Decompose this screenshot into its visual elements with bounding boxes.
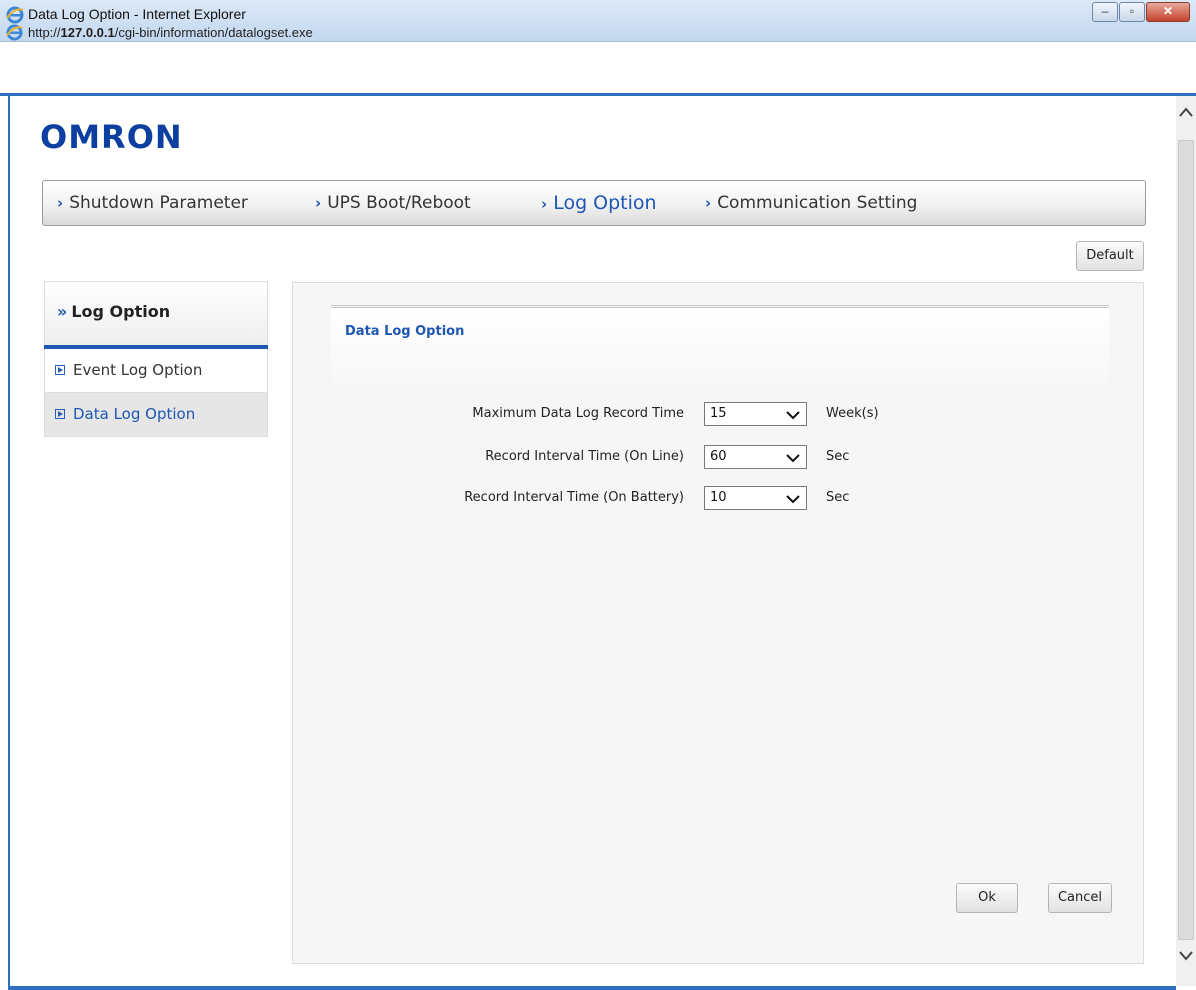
nav-label: UPS Boot/Reboot xyxy=(327,193,471,213)
interval-online-select[interactable]: 60 xyxy=(704,445,807,469)
nav-label: Communication Setting xyxy=(717,193,918,213)
address-url: http://127.0.0.1/cgi-bin/information/dat… xyxy=(28,25,313,40)
close-icon: ✕ xyxy=(1162,4,1174,18)
chevron-right-icon: › xyxy=(315,194,322,212)
minimize-button[interactable]: – xyxy=(1092,2,1118,22)
nav-label: Log Option xyxy=(553,192,657,214)
select-value: 60 xyxy=(710,449,727,464)
sidebar-title: » Log Option xyxy=(57,302,170,321)
interval-battery-unit: Sec xyxy=(826,490,850,505)
chevron-down-icon xyxy=(786,495,800,504)
max-record-time-label: Maximum Data Log Record Time xyxy=(472,406,684,421)
panel-header: Data Log Option xyxy=(331,305,1109,393)
vertical-scrollbar[interactable] xyxy=(1176,96,1196,986)
play-box-icon xyxy=(55,365,65,375)
address-bar[interactable]: http://127.0.0.1/cgi-bin/information/dat… xyxy=(0,22,1196,42)
chevron-right-icon: › xyxy=(57,194,64,212)
nav-shutdown-parameter[interactable]: › Shutdown Parameter xyxy=(57,193,248,213)
nav-ups-boot-reboot[interactable]: › UPS Boot/Reboot xyxy=(315,193,471,213)
max-record-time-select[interactable]: 15 xyxy=(704,402,807,426)
minimize-icon: – xyxy=(1101,4,1109,18)
select-value: 10 xyxy=(710,490,727,505)
chevron-down-icon xyxy=(1179,951,1193,961)
max-record-time-unit: Week(s) xyxy=(826,406,879,421)
url-prefix: http:// xyxy=(28,25,61,40)
frame-top-border xyxy=(0,93,1196,96)
sidebar-header: » Log Option xyxy=(44,281,268,345)
sidebar-item-event-log-option[interactable]: Event Log Option xyxy=(44,349,268,393)
close-button[interactable]: ✕ xyxy=(1146,2,1190,22)
select-value: 15 xyxy=(710,406,727,421)
restore-button[interactable]: ▫ xyxy=(1119,2,1145,22)
chevron-right-icon: › xyxy=(705,194,712,212)
nav-log-option[interactable]: › Log Option xyxy=(541,192,657,214)
chevron-down-icon xyxy=(786,454,800,463)
window-titlebar: Data Log Option - Internet Explorer – ▫ … xyxy=(0,0,1196,42)
top-navigation: › Shutdown Parameter › UPS Boot/Reboot › Lo… xyxy=(42,180,1146,226)
chevron-down-icon xyxy=(786,411,800,420)
chevron-right-icon: › xyxy=(541,195,548,213)
default-button[interactable]: Default xyxy=(1076,241,1144,271)
url-host: 127.0.0.1 xyxy=(60,25,115,40)
ok-button[interactable]: Ok xyxy=(956,883,1018,913)
sidebar-item-label: Event Log Option xyxy=(73,361,203,379)
url-path: /cgi-bin/information/datalogset.exe xyxy=(114,25,313,40)
interval-online-label: Record Interval Time (On Line) xyxy=(485,449,684,464)
omron-logo: OMRON xyxy=(40,118,183,156)
play-box-icon xyxy=(55,409,65,419)
double-chevron-icon: » xyxy=(57,302,68,321)
window-controls: – ▫ ✕ xyxy=(1091,2,1190,22)
scroll-thumb[interactable] xyxy=(1178,140,1194,940)
sidebar-item-label: Data Log Option xyxy=(73,405,196,423)
window-title: Data Log Option - Internet Explorer xyxy=(28,6,246,22)
chevron-up-icon xyxy=(1179,107,1193,117)
interval-battery-select[interactable]: 10 xyxy=(704,486,807,510)
page-top-strip xyxy=(0,43,1196,93)
nav-communication-setting[interactable]: › Communication Setting xyxy=(705,193,917,213)
content-panel: Data Log Option xyxy=(292,282,1144,964)
nav-label: Shutdown Parameter xyxy=(69,193,248,213)
scroll-down-icon[interactable] xyxy=(1176,946,1196,986)
restore-icon: ▫ xyxy=(1129,4,1135,18)
interval-online-unit: Sec xyxy=(826,449,850,464)
sidebar-item-data-log-option[interactable]: Data Log Option xyxy=(44,393,268,437)
frame-bottom-border xyxy=(8,986,1176,990)
scroll-up-icon[interactable] xyxy=(1176,102,1196,142)
frame-left-border xyxy=(8,96,10,986)
cancel-button[interactable]: Cancel xyxy=(1048,883,1112,913)
panel-title: Data Log Option xyxy=(345,324,465,339)
interval-battery-label: Record Interval Time (On Battery) xyxy=(464,490,684,505)
ie-icon xyxy=(6,24,23,41)
sidebar-header-label: Log Option xyxy=(71,302,171,321)
